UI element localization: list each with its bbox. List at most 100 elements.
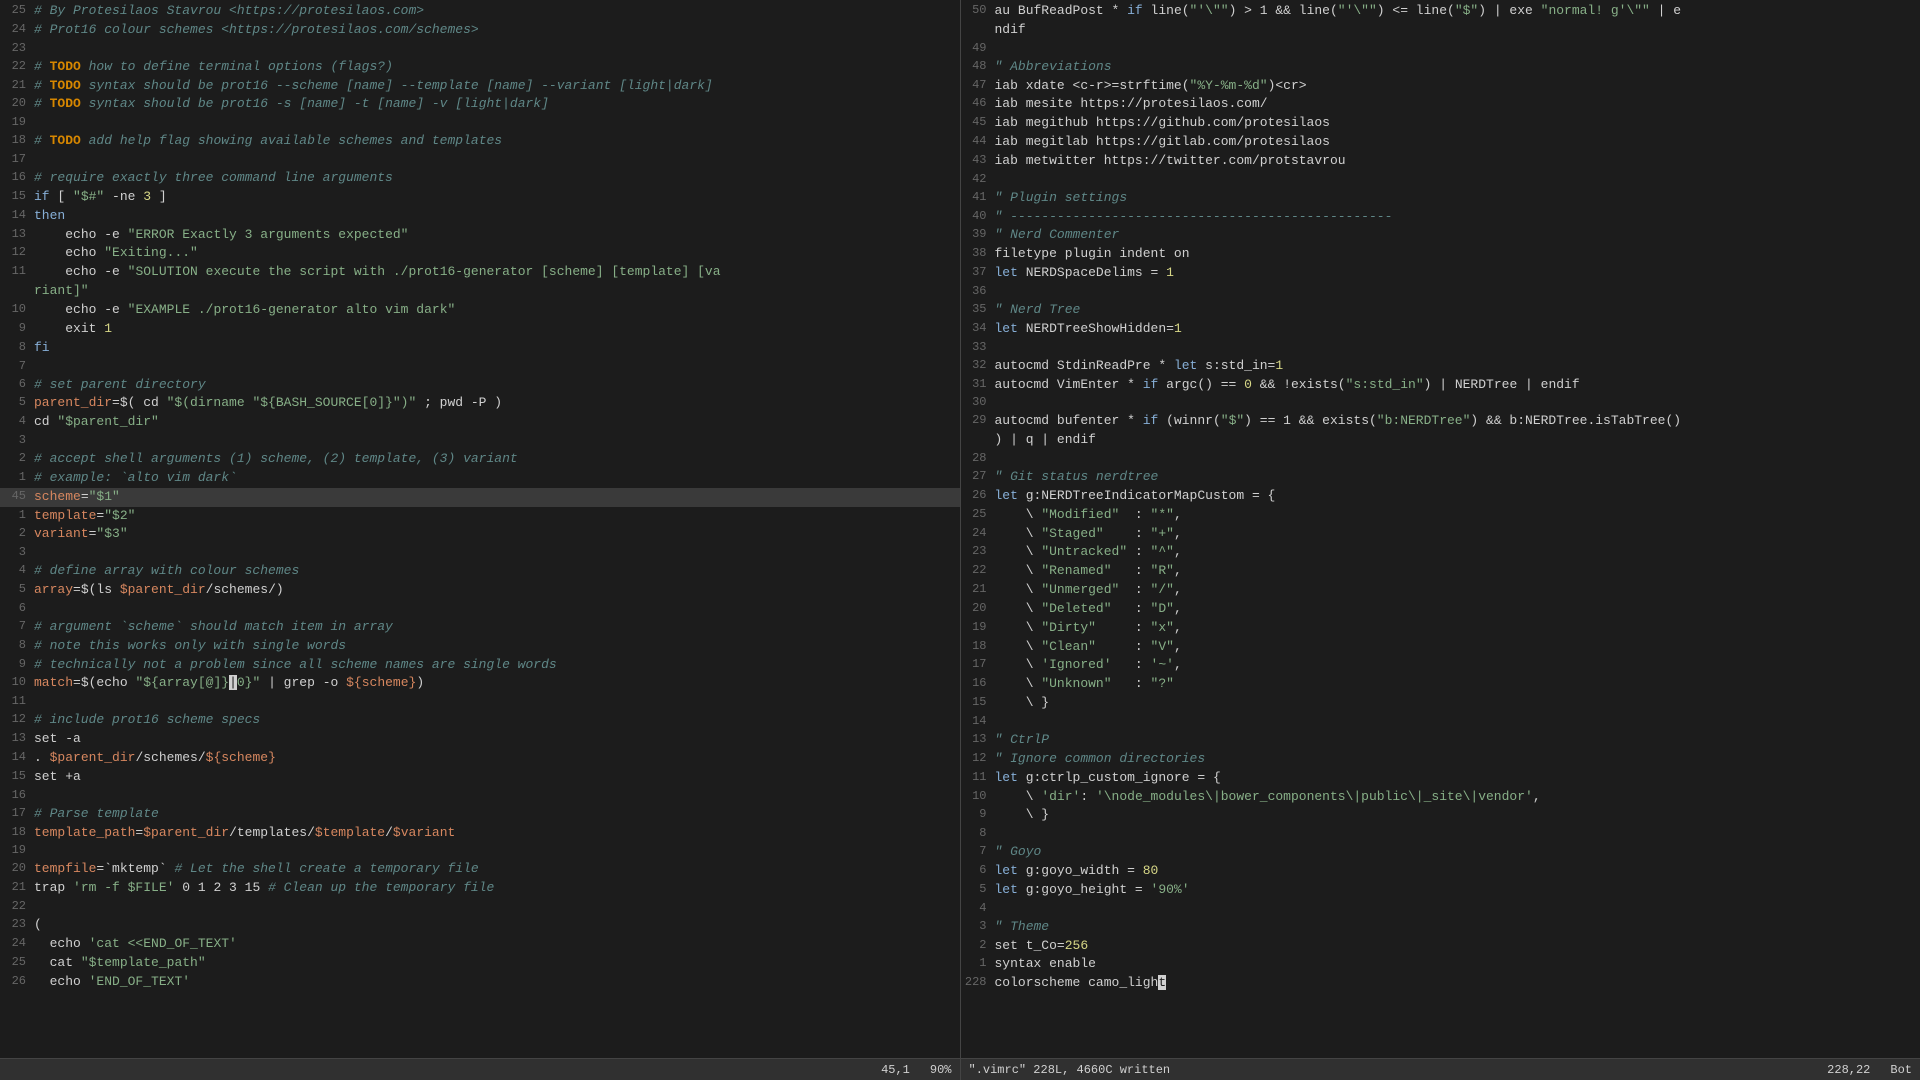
code-line: 24 echo 'cat <<END_OF_TEXT' [0, 935, 960, 954]
code-line: 13 " CtrlP [961, 731, 1920, 750]
code-line: 9 exit 1 [0, 320, 960, 339]
code-line: 17 [0, 151, 960, 169]
code-line: 30 [961, 394, 1920, 412]
code-line: 11 echo -e "SOLUTION execute the script … [0, 263, 960, 282]
code-line-highlighted: 45 scheme="$1" [0, 488, 960, 507]
code-line: 41 " Plugin settings [961, 189, 1920, 208]
left-statusbar: 45,1 90% [0, 1058, 960, 1080]
code-line: 45 iab megithub https://github.com/prote… [961, 114, 1920, 133]
code-line: 12 # include prot16 scheme specs [0, 711, 960, 730]
code-line: 34 let NERDTreeShowHidden=1 [961, 320, 1920, 339]
code-line: 18 # TODO add help flag showing availabl… [0, 132, 960, 151]
code-line: 1 # example: `alto vim dark` [0, 469, 960, 488]
code-line: 18 template_path=$parent_dir/templates/$… [0, 824, 960, 843]
editor-panes: 25 # By Protesilaos Stavrou <https://pro… [0, 0, 1920, 1080]
code-line: 3 " Theme [961, 918, 1920, 937]
code-line: 14 [961, 713, 1920, 731]
code-line: 50 au BufReadPost * if line("'\"") > 1 &… [961, 2, 1920, 21]
right-pane[interactable]: 50 au BufReadPost * if line("'\"") > 1 &… [961, 0, 1920, 1080]
code-line: 11 let g:ctrlp_custom_ignore = { [961, 769, 1920, 788]
code-line: 13 set -a [0, 730, 960, 749]
code-line: 2 # accept shell arguments (1) scheme, (… [0, 450, 960, 469]
code-line: 22 [0, 898, 960, 916]
code-line: 32 autocmd StdinReadPre * let s:std_in=1 [961, 357, 1920, 376]
code-line: 33 [961, 339, 1920, 357]
code-line: 28 [961, 450, 1920, 468]
code-line: 26 let g:NERDTreeIndicatorMapCustom = { [961, 487, 1920, 506]
code-line: 31 autocmd VimEnter * if argc() == 0 && … [961, 376, 1920, 395]
right-code-area[interactable]: 50 au BufReadPost * if line("'\"") > 1 &… [961, 0, 1920, 1058]
code-line: 7 # argument `scheme` should match item … [0, 618, 960, 637]
code-line: 15 if [ "$#" -ne 3 ] [0, 188, 960, 207]
code-line: 10 \ 'dir': '\node_modules\|bower_compon… [961, 788, 1920, 807]
right-file-info: ".vimrc" 228L, 4660C written [969, 1063, 1171, 1077]
code-line: 3 [0, 544, 960, 562]
code-line: 42 [961, 171, 1920, 189]
code-line: 14 . $parent_dir/schemes/${scheme} [0, 749, 960, 768]
code-line: 26 echo 'END_OF_TEXT' [0, 973, 960, 992]
code-line: 11 [0, 693, 960, 711]
code-line: 17 \ 'Ignored' : '~', [961, 656, 1920, 675]
code-line: 4 # define array with colour schemes [0, 562, 960, 581]
code-line: 14 then [0, 207, 960, 226]
code-line: 9 # technically not a problem since all … [0, 656, 960, 675]
code-line: 19 [0, 842, 960, 860]
code-line: 13 echo -e "ERROR Exactly 3 arguments ex… [0, 226, 960, 245]
code-line: 38 filetype plugin indent on [961, 245, 1920, 264]
code-line: 49 [961, 40, 1920, 58]
code-line: 7 [0, 358, 960, 376]
code-line: riant]" [0, 282, 960, 301]
code-line: 23 \ "Untracked" : "^", [961, 543, 1920, 562]
code-line: 4 cd "$parent_dir" [0, 413, 960, 432]
code-line: 8 [961, 825, 1920, 843]
code-line: 6 # set parent directory [0, 376, 960, 395]
code-line: 6 let g:goyo_width = 80 [961, 862, 1920, 881]
code-line: 16 \ "Unknown" : "?" [961, 675, 1920, 694]
code-line: 40 " -----------------------------------… [961, 208, 1920, 227]
code-line: 46 iab mesite https://protesilaos.com/ [961, 95, 1920, 114]
code-line: 16 # require exactly three command line … [0, 169, 960, 188]
right-status-file-info: ".vimrc" 228L, 4660C written [961, 1063, 1820, 1077]
code-line: 19 \ "Dirty" : "x", [961, 619, 1920, 638]
code-line: 18 \ "Clean" : "V", [961, 638, 1920, 657]
code-line: 12 echo "Exiting..." [0, 244, 960, 263]
code-line: 21 \ "Unmerged" : "/", [961, 581, 1920, 600]
code-line: 37 let NERDSpaceDelims = 1 [961, 264, 1920, 283]
code-line: 22 \ "Renamed" : "R", [961, 562, 1920, 581]
code-line: 21 # TODO syntax should be prot16 --sche… [0, 77, 960, 96]
code-line: 4 [961, 900, 1920, 918]
code-line: 24 # Prot16 colour schemes <https://prot… [0, 21, 960, 40]
code-line: 39 " Nerd Commenter [961, 226, 1920, 245]
code-line: 15 \ } [961, 694, 1920, 713]
code-line: ) | q | endif [961, 431, 1920, 450]
code-line: 10 match=$(echo "${array[@]}|0}" | grep … [0, 674, 960, 693]
left-pane[interactable]: 25 # By Protesilaos Stavrou <https://pro… [0, 0, 961, 1080]
left-code-area[interactable]: 25 # By Protesilaos Stavrou <https://pro… [0, 0, 960, 1058]
code-line: 6 [0, 600, 960, 618]
code-line: 1 syntax enable [961, 955, 1920, 974]
right-scroll-mode: Bot [1890, 1063, 1912, 1077]
code-line: 5 array=$(ls $parent_dir/schemes/) [0, 581, 960, 600]
code-line: 15 set +a [0, 768, 960, 787]
code-line: 25 # By Protesilaos Stavrou <https://pro… [0, 2, 960, 21]
code-line: 19 [0, 114, 960, 132]
code-line: 8 # note this works only with single wor… [0, 637, 960, 656]
left-status-right: 45,1 90% [873, 1063, 959, 1077]
code-line: 1 template="$2" [0, 507, 960, 526]
left-cursor-pos: 45,1 [881, 1063, 910, 1077]
code-line: 23 [0, 40, 960, 58]
code-line: 43 iab metwitter https://twitter.com/pro… [961, 152, 1920, 171]
code-line: 20 tempfile=`mktemp` # Let the shell cre… [0, 860, 960, 879]
code-line: 44 iab megitlab https://gitlab.com/prote… [961, 133, 1920, 152]
code-line: 29 autocmd bufenter * if (winnr("$") == … [961, 412, 1920, 431]
code-line: 36 [961, 283, 1920, 301]
editor-container: 25 # By Protesilaos Stavrou <https://pro… [0, 0, 1920, 1080]
code-line: 48 " Abbreviations [961, 58, 1920, 77]
code-line: 228 colorscheme camo_light [961, 974, 1920, 993]
code-line: 16 [0, 787, 960, 805]
code-line: 2 variant="$3" [0, 525, 960, 544]
code-line: 17 # Parse template [0, 805, 960, 824]
code-line: 12 " Ignore common directories [961, 750, 1920, 769]
code-line: 21 trap 'rm -f $FILE' 0 1 2 3 15 # Clean… [0, 879, 960, 898]
code-line: 24 \ "Staged" : "+", [961, 525, 1920, 544]
